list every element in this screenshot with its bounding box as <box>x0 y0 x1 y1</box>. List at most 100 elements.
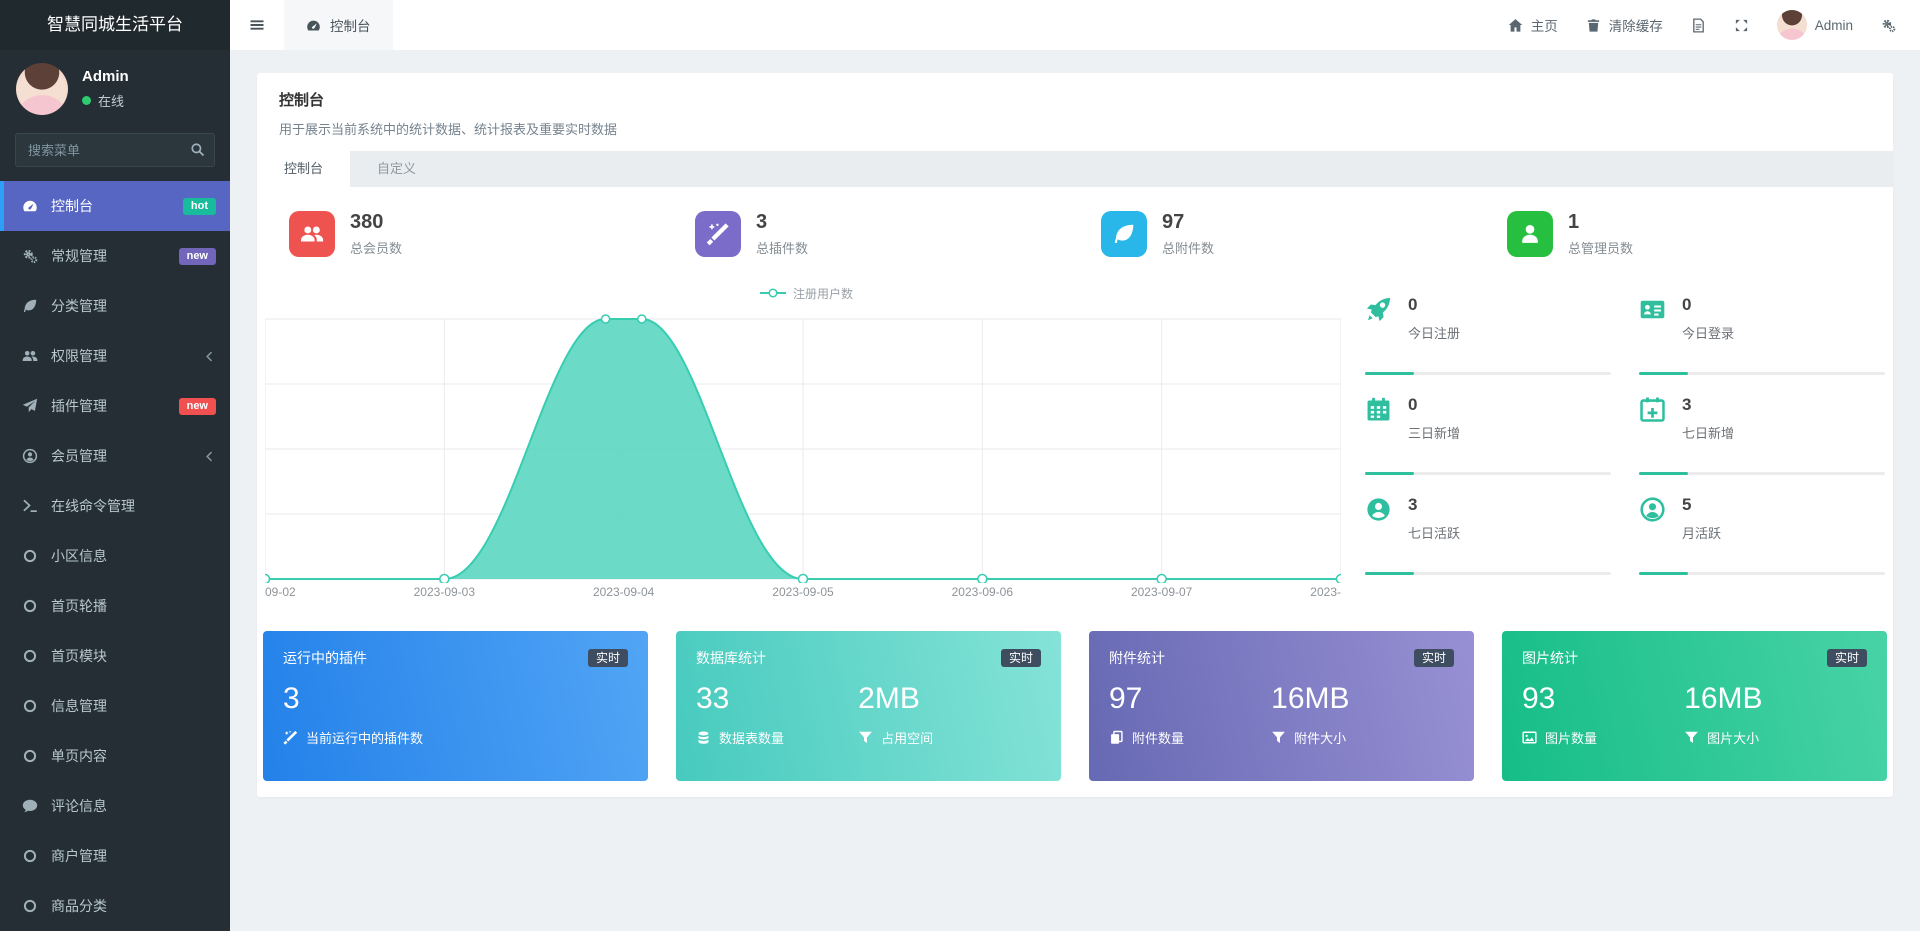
mini-stat-value: 0 <box>1682 295 1734 315</box>
card-metric-label: 图片大小 <box>1707 728 1759 747</box>
sidebar-item-4[interactable]: 插件管理new <box>0 381 230 431</box>
sidebar-item-11[interactable]: 单页内容 <box>0 731 230 781</box>
x-tick-label: 2023-09-06 <box>952 585 1013 599</box>
rocket-icon <box>1365 296 1392 342</box>
mini-stat-progress <box>1639 472 1885 475</box>
sidebar-item-label: 首页模块 <box>51 646 107 666</box>
sidebar-item-10[interactable]: 信息管理 <box>0 681 230 731</box>
circle-o-icon <box>20 698 39 714</box>
sidebar-item-9[interactable]: 首页模块 <box>0 631 230 681</box>
card-metric-label: 当前运行中的插件数 <box>306 728 423 747</box>
navbar-item-language[interactable] <box>1677 0 1720 50</box>
sidebar-toggle-button[interactable] <box>230 0 284 50</box>
navbar-item-home[interactable]: 主页 <box>1494 0 1572 50</box>
user-info: Admin 在线 <box>82 68 129 110</box>
card-metric-value: 33 <box>696 681 858 717</box>
mini-stat-progress <box>1639 572 1885 575</box>
users-icon <box>289 211 335 257</box>
card-title: 附件统计 <box>1109 648 1165 668</box>
sidebar-item-label: 评论信息 <box>51 796 107 816</box>
sidebar-item-2[interactable]: 分类管理 <box>0 281 230 331</box>
sidebar-item-1[interactable]: 常规管理 new <box>0 231 230 281</box>
overview-stat-3: 1总管理员数 <box>1481 211 1887 257</box>
menu-search <box>15 133 215 167</box>
card-metric-value: 3 <box>283 681 445 717</box>
search-input[interactable] <box>15 133 215 167</box>
tab-1[interactable]: 自定义 <box>350 151 443 187</box>
mini-stat-1: 0今日登录 <box>1639 283 1885 383</box>
stat-label: 总附件数 <box>1162 238 1214 257</box>
x-tick-label: 2023-09-07 <box>1131 585 1192 599</box>
navbar-right: 主页清除缓存 Admin <box>1494 0 1920 50</box>
overview-stat-1: 3总插件数 <box>669 211 1075 257</box>
sidebar-item-12[interactable]: 评论信息 <box>0 781 230 831</box>
card-metric-label: 附件数量 <box>1132 728 1184 747</box>
mini-stat-value: 3 <box>1682 395 1734 415</box>
users-icon <box>20 348 39 364</box>
user-circle-outline-icon <box>1639 496 1666 542</box>
database-icon <box>696 730 711 745</box>
badge-new: new <box>179 248 216 265</box>
tab-bar: 控制台自定义 <box>257 151 1893 187</box>
filter-icon <box>1271 730 1286 745</box>
navbar-item-label: 主页 <box>1531 15 1558 35</box>
card-metric-value: 93 <box>1522 681 1684 717</box>
mini-stat-value: 0 <box>1408 295 1460 315</box>
navbar-item-cogs[interactable] <box>1867 0 1910 50</box>
tab-0[interactable]: 控制台 <box>257 151 350 187</box>
sidebar-item-label: 常规管理 <box>51 246 107 266</box>
mini-stat-4: 3 七日活跃 <box>1365 483 1611 583</box>
card-title: 数据库统计 <box>696 648 766 668</box>
circle-o-icon <box>20 648 39 664</box>
mini-stat-2: 0三日新增 <box>1365 383 1611 483</box>
area-chart-plot <box>265 313 1341 583</box>
realtime-badge: 实时 <box>1414 649 1454 667</box>
sidebar-item-8[interactable]: 首页轮播 <box>0 581 230 631</box>
navbar-item-trash[interactable]: 清除缓存 <box>1572 0 1677 50</box>
mini-stat-value: 3 <box>1408 495 1460 515</box>
sidebar-item-label: 在线命令管理 <box>51 496 135 516</box>
mini-stat-label: 七日新增 <box>1682 423 1734 442</box>
user-name: Admin <box>82 68 129 85</box>
search-icon[interactable] <box>190 142 205 157</box>
badge-hot: hot <box>183 198 216 215</box>
sidebar-item-6[interactable]: 在线命令管理 <box>0 481 230 531</box>
user-icon <box>1507 211 1553 257</box>
online-dot-icon <box>82 96 91 105</box>
navbar-item-expand[interactable] <box>1720 0 1763 50</box>
panel-heading: 控制台 用于展示当前系统中的统计数据、统计报表及重要实时数据 <box>257 73 1893 151</box>
sidebar-item-label: 分类管理 <box>51 296 107 316</box>
sidebar-item-5[interactable]: 会员管理 <box>0 431 230 481</box>
mini-stat-progress <box>1365 372 1611 375</box>
app-title: 智慧同城生活平台 <box>0 0 230 50</box>
sidebar-item-7[interactable]: 小区信息 <box>0 531 230 581</box>
card-metric: 93图片数量 <box>1522 681 1684 747</box>
mini-stats-grid: 0今日注册0今日登录0三日新增3七日新增3七日活跃5月活跃 <box>1365 283 1885 605</box>
circle-o-icon <box>20 898 39 914</box>
magic-wand-icon <box>283 730 298 745</box>
sidebar-item-3[interactable]: 权限管理 <box>0 331 230 381</box>
sidebar-item-0[interactable]: 控制台hot <box>0 181 230 231</box>
navbar-tab-dashboard[interactable]: 控制台 <box>284 0 393 50</box>
stat-label: 总会员数 <box>350 238 402 257</box>
comment-icon <box>20 798 39 814</box>
gears-icon <box>20 248 39 264</box>
dashboard-panel: 控制台 用于展示当前系统中的统计数据、统计报表及重要实时数据 控制台自定义 38… <box>257 73 1893 797</box>
user-panel: Admin 在线 <box>0 50 230 127</box>
copy-icon <box>1109 730 1124 745</box>
card-metric-value: 97 <box>1109 681 1271 717</box>
sidebar-item-13[interactable]: 商户管理 <box>0 831 230 881</box>
navbar-item-avatar[interactable]: Admin <box>1763 0 1867 50</box>
terminal-icon <box>20 498 39 514</box>
avatar <box>16 63 68 115</box>
chart-legend[interactable]: 注册用户数 <box>760 285 853 302</box>
mini-stat-label: 七日活跃 <box>1408 523 1460 542</box>
realtime-badge: 实时 <box>1827 649 1867 667</box>
card-metric: 97 附件数量 <box>1109 681 1271 747</box>
realtime-card-1: 数据库统计实时33数据表数量2MB占用空间 <box>676 631 1061 781</box>
sidebar-item-14[interactable]: 商品分类 <box>0 881 230 931</box>
mini-stat-label: 月活跃 <box>1682 523 1721 542</box>
mini-stat-0: 0今日注册 <box>1365 283 1611 383</box>
sidebar-item-label: 会员管理 <box>51 446 107 466</box>
stat-value: 97 <box>1162 211 1214 234</box>
